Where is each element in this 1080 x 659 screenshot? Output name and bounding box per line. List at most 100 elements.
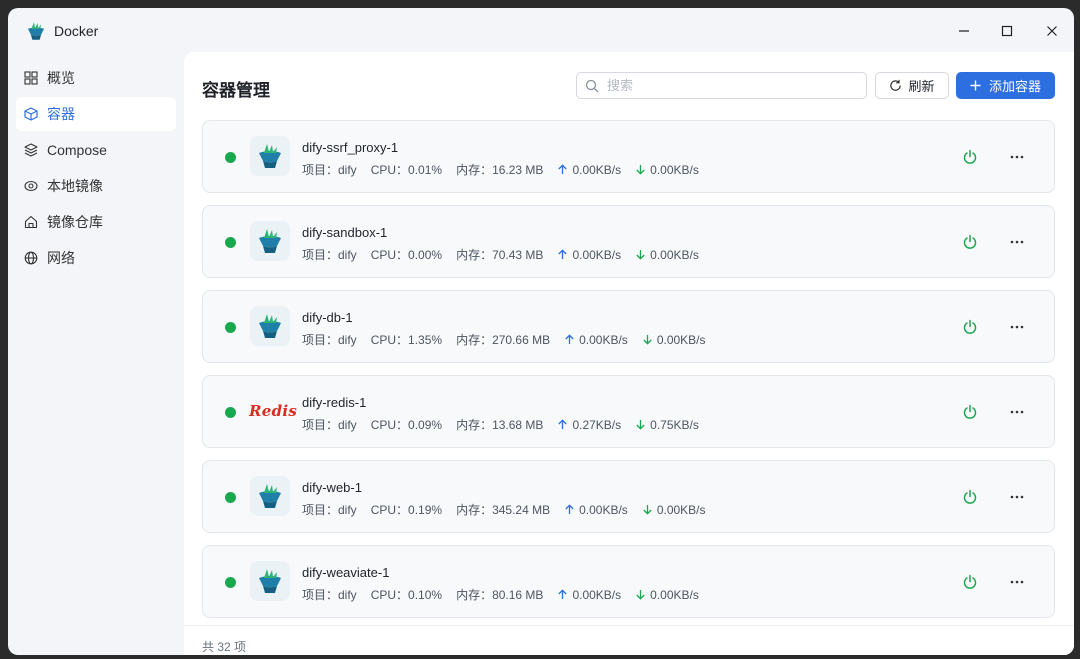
maximize-icon: [1001, 25, 1013, 37]
plus-icon: [970, 80, 981, 91]
window-title: Docker: [54, 23, 99, 39]
add-container-button[interactable]: 添加容器: [956, 72, 1055, 99]
arrow-up-icon: [557, 589, 568, 600]
container-project: 项目：dify: [302, 163, 357, 177]
container-cpu: CPU：1.35%: [370, 333, 443, 347]
container-card[interactable]: dify-sandbox-1 项目：dify CPU：0.00% 内存：70.4…: [202, 205, 1055, 278]
running-status-dot: [225, 322, 236, 333]
container-stats: 项目：dify CPU：0.01% 内存：16.23 MB 0.00KB/s 0…: [302, 161, 713, 178]
container-stats: 项目：dify CPU：0.00% 内存：70.43 MB 0.00KB/s 0…: [302, 246, 713, 263]
minimize-icon: [959, 30, 969, 32]
sidebar-item-containers[interactable]: 容器: [16, 97, 176, 131]
power-icon[interactable]: [962, 149, 978, 165]
container-cpu: CPU：0.19%: [370, 503, 443, 517]
container-list: dify-ssrf_proxy-1 项目：dify CPU：0.01% 内存：1…: [202, 120, 1055, 630]
search-box[interactable]: [576, 72, 867, 99]
close-button[interactable]: [1032, 16, 1072, 46]
eye-icon: [24, 179, 38, 193]
power-icon[interactable]: [962, 489, 978, 505]
container-stats: 项目：dify CPU：0.19% 内存：345.24 MB 0.00KB/s …: [302, 501, 720, 518]
sidebar-item-label: Compose: [47, 142, 107, 158]
docker-icon: [250, 306, 290, 346]
arrow-down-icon: [635, 249, 646, 260]
cube-icon: [24, 107, 38, 121]
container-upload: 0.00KB/s: [564, 333, 628, 347]
arrow-down-icon: [642, 334, 653, 345]
arrow-up-icon: [564, 504, 575, 515]
docker-app-icon: [25, 20, 47, 42]
sidebar-item-label: 概览: [47, 70, 75, 86]
grid-icon: [24, 71, 38, 85]
container-memory: 内存：16.23 MB: [456, 163, 544, 177]
arrow-down-icon: [635, 419, 646, 430]
container-project: 项目：dify: [302, 333, 357, 347]
sidebar: 概览 容器 Compose 本地镜像 镜像仓库 网络: [8, 60, 184, 277]
container-download: 0.00KB/s: [635, 163, 699, 177]
page-title: 容器管理: [202, 81, 270, 100]
more-options-icon[interactable]: [1009, 149, 1025, 165]
sidebar-item-overview[interactable]: 概览: [16, 61, 176, 95]
docker-icon: [250, 476, 290, 516]
container-upload: 0.27KB/s: [557, 418, 621, 432]
upload-rate: 0.00KB/s: [579, 332, 628, 347]
running-status-dot: [225, 237, 236, 248]
container-memory: 内存：13.68 MB: [456, 418, 544, 432]
container-upload: 0.00KB/s: [557, 588, 621, 602]
container-cpu: CPU：0.01%: [370, 163, 443, 177]
container-upload: 0.00KB/s: [557, 248, 621, 262]
footer: 共 32 项: [184, 625, 1074, 655]
search-input[interactable]: [607, 78, 847, 93]
power-icon[interactable]: [962, 574, 978, 590]
container-stats: 项目：dify CPU：0.10% 内存：80.16 MB 0.00KB/s 0…: [302, 586, 713, 603]
refresh-button[interactable]: 刷新: [875, 72, 949, 99]
container-download: 0.00KB/s: [642, 333, 706, 347]
container-upload: 0.00KB/s: [564, 503, 628, 517]
minimize-button[interactable]: [944, 16, 984, 46]
container-download: 0.00KB/s: [635, 248, 699, 262]
more-options-icon[interactable]: [1009, 489, 1025, 505]
container-card[interactable]: Redis dify-redis-1 项目：dify CPU：0.09% 内存：…: [202, 375, 1055, 448]
sidebar-item-label: 容器: [47, 106, 75, 122]
more-options-icon[interactable]: [1009, 234, 1025, 250]
redis-logo: Redis: [249, 402, 298, 420]
sidebar-item-local-images[interactable]: 本地镜像: [16, 169, 176, 203]
container-memory: 内存：80.16 MB: [456, 588, 544, 602]
container-name: dify-web-1: [302, 480, 362, 495]
app-window: Docker 概览 容器 Compose 本地镜像 镜像仓库 网络 容器管理 搜…: [8, 8, 1074, 655]
sidebar-item-registry[interactable]: 镜像仓库: [16, 205, 176, 239]
container-stats: 项目：dify CPU：1.35% 内存：270.66 MB 0.00KB/s …: [302, 331, 720, 348]
running-status-dot: [225, 407, 236, 418]
power-icon[interactable]: [962, 319, 978, 335]
download-rate: 0.00KB/s: [650, 587, 699, 602]
more-options-icon[interactable]: [1009, 574, 1025, 590]
sidebar-item-compose[interactable]: Compose: [16, 133, 176, 167]
upload-rate: 0.00KB/s: [572, 162, 622, 177]
power-icon[interactable]: [962, 234, 978, 250]
container-name: dify-weaviate-1: [302, 565, 390, 580]
arrow-down-icon: [635, 589, 646, 600]
refresh-label: 刷新: [908, 79, 935, 94]
home-icon: [24, 215, 38, 229]
upload-rate: 0.00KB/s: [572, 247, 622, 262]
maximize-button[interactable]: [987, 16, 1027, 46]
download-rate: 0.00KB/s: [656, 502, 706, 517]
sidebar-item-label: 本地镜像: [47, 178, 103, 194]
layers-icon: [24, 143, 38, 157]
sidebar-item-network[interactable]: 网络: [16, 241, 176, 275]
container-card[interactable]: dify-ssrf_proxy-1 项目：dify CPU：0.01% 内存：1…: [202, 120, 1055, 193]
arrow-up-icon: [564, 334, 575, 345]
more-options-icon[interactable]: [1009, 404, 1025, 420]
container-name: dify-ssrf_proxy-1: [302, 140, 399, 155]
main-panel: 容器管理 刷新 添加容器 dify-ssrf_proxy-1 项目：dify C…: [184, 52, 1074, 655]
container-card[interactable]: dify-weaviate-1 项目：dify CPU：0.10% 内存：80.…: [202, 545, 1055, 618]
more-options-icon[interactable]: [1009, 319, 1025, 335]
power-icon[interactable]: [962, 404, 978, 420]
add-container-label: 添加容器: [988, 79, 1041, 94]
arrow-up-icon: [557, 419, 568, 430]
docker-icon: [250, 221, 290, 261]
container-card[interactable]: dify-web-1 项目：dify CPU：0.19% 内存：345.24 M…: [202, 460, 1055, 533]
container-project: 项目：dify: [302, 588, 357, 602]
sidebar-item-label: 网络: [47, 250, 75, 266]
container-card[interactable]: dify-db-1 项目：dify CPU：1.35% 内存：270.66 MB…: [202, 290, 1055, 363]
upload-rate: 0.00KB/s: [572, 587, 622, 602]
